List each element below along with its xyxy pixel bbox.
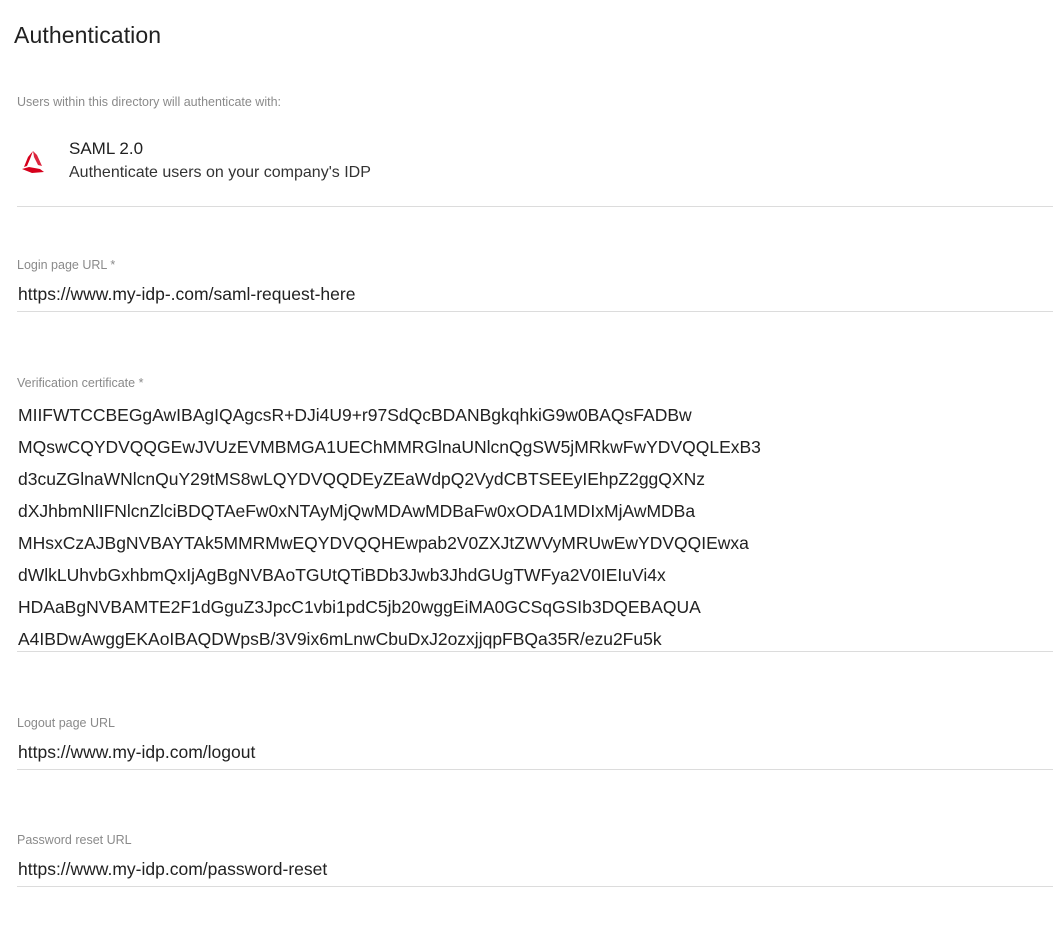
logout-url-input[interactable]: https://www.my-idp.com/logout bbox=[17, 741, 1053, 763]
authentication-settings-page: Authentication Users within this directo… bbox=[0, 0, 1053, 931]
login-url-input[interactable]: https://www.my-idp-.com/saml-request-her… bbox=[17, 283, 1053, 305]
password-reset-url-field[interactable]: Password reset URL https://www.my-idp.co… bbox=[17, 832, 1053, 887]
verification-certificate-field[interactable]: Verification certificate * MIIFWTCCBEGgA… bbox=[17, 375, 1053, 652]
certificate-line: dXJhbmNlIFNlcnZlciBDQTAeFw0xNTAyMjQwMDAw… bbox=[18, 501, 696, 521]
page-title: Authentication bbox=[14, 22, 162, 48]
password-reset-url-input[interactable]: https://www.my-idp.com/password-reset bbox=[17, 858, 1053, 880]
certificate-line: dWlkLUhvbGxhbmQxIjAgBgNVBAoTGUtQTiBDb3Jw… bbox=[18, 565, 666, 585]
certificate-line: HDAaBgNVBAMTE2F1dGguZ3JpcC1vbi1pdC5jb20w… bbox=[18, 597, 701, 617]
verification-certificate-textarea[interactable]: MIIFWTCCBEGgAwIBAgIQAgcsR+DJi4U9+r97SdQc… bbox=[17, 399, 1053, 655]
verification-certificate-label: Verification certificate * bbox=[17, 376, 144, 390]
certificate-line: MIIFWTCCBEGgAwIBAgIQAgcsR+DJi4U9+r97SdQc… bbox=[18, 405, 692, 425]
saml-logo-icon bbox=[22, 151, 44, 173]
logout-url-label: Logout page URL bbox=[17, 716, 115, 730]
auth-method-name: SAML 2.0 bbox=[69, 139, 144, 158]
login-url-label: Login page URL * bbox=[17, 258, 116, 272]
certificate-line: d3cuZGlnaWNlcnQuY29tMS8wLQYDVQQDEyZEaWdp… bbox=[18, 469, 705, 489]
certificate-line: MQswCQYDVQQGEwJVUzEVMBMGA1UEChMMRGlnaUNl… bbox=[18, 437, 761, 457]
password-reset-url-label: Password reset URL bbox=[17, 833, 132, 847]
login-url-field[interactable]: Login page URL * https://www.my-idp-.com… bbox=[17, 257, 1053, 312]
auth-method-description: Authenticate users on your company's IDP bbox=[69, 164, 371, 181]
auth-intro-text: Users within this directory will authent… bbox=[17, 95, 281, 109]
auth-method-saml[interactable]: SAML 2.0 Authenticate users on your comp… bbox=[17, 134, 1053, 207]
certificate-line: A4IBDwAwggEKAoIBAQDWpsB/3V9ix6mLnwCbuDxJ… bbox=[18, 629, 662, 649]
certificate-line: MHsxCzAJBgNVBAYTAk5MMRMwEQYDVQQHEwpab2V0… bbox=[18, 533, 749, 553]
logout-url-field[interactable]: Logout page URL https://www.my-idp.com/l… bbox=[17, 715, 1053, 770]
